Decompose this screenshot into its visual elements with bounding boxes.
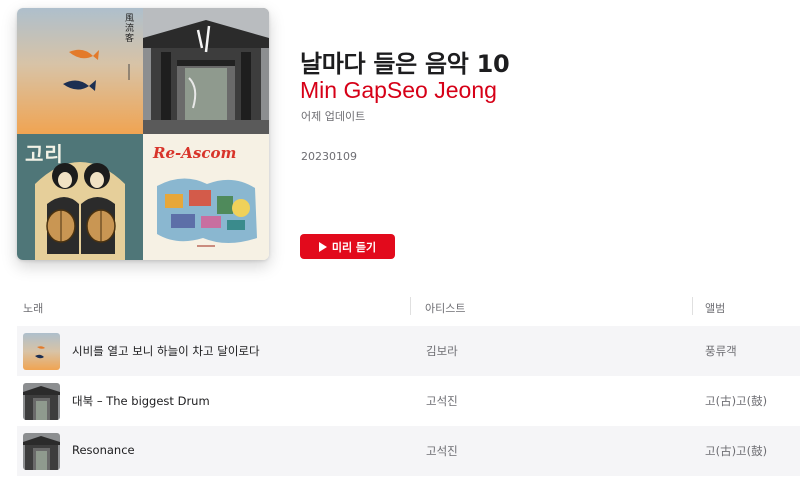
column-divider <box>410 297 411 315</box>
track-thumb-gogo <box>23 383 60 420</box>
playlist-description: 20230109 <box>301 150 357 163</box>
column-header-song[interactable]: 노래 <box>23 300 43 316</box>
track-row[interactable]: 대북 – The biggest Drum 고석진 고(古)고(鼓) <box>17 376 800 426</box>
track-artist[interactable]: 고석진 <box>426 393 458 409</box>
track-artwork <box>23 433 60 470</box>
column-header-artist[interactable]: 아티스트 <box>425 300 465 316</box>
track-album[interactable]: 고(古)고(鼓) <box>705 443 767 459</box>
track-album[interactable]: 고(古)고(鼓) <box>705 393 767 409</box>
playlist-updated: 어제 업데이트 <box>301 110 366 123</box>
track-table-header: 노래 아티스트 앨범 <box>17 296 800 320</box>
artwork-tile-re-ascom: Re-Ascom <box>143 134 269 260</box>
preview-button[interactable]: 미리 듣기 <box>300 234 395 259</box>
artwork-tile-gori: 고리 <box>17 134 143 260</box>
artwork-tile-pungryugaek: 風流客 <box>17 8 143 134</box>
playlist-title: 날마다 들은 음악 10 <box>300 50 510 78</box>
track-title[interactable]: 시비를 열고 보니 하늘이 차고 달이로다 <box>72 343 260 359</box>
track-thumb-gogo <box>23 433 60 470</box>
column-divider <box>692 297 693 315</box>
tile1-title: 風流客 <box>125 14 135 44</box>
track-thumb-pungryugaek <box>23 333 60 370</box>
track-artist[interactable]: 김보라 <box>426 343 458 359</box>
track-artwork <box>23 383 60 420</box>
gogo-cover-art <box>143 8 269 134</box>
track-artwork <box>23 333 60 370</box>
artwork-tile-gogo <box>143 8 269 134</box>
tile3-title: 고리 <box>25 142 64 166</box>
tile4-title: Re-Ascom <box>153 144 237 162</box>
track-title[interactable]: 대북 – The biggest Drum <box>72 393 210 409</box>
playlist-artwork: 風流客 고리 Re-Ascom <box>17 8 269 260</box>
column-header-album[interactable]: 앨범 <box>705 300 725 316</box>
track-row[interactable]: 시비를 열고 보니 하늘이 차고 달이로다 김보라 풍류객 <box>17 326 800 376</box>
preview-button-label: 미리 듣기 <box>331 240 377 254</box>
playlist-curator-link[interactable]: Min GapSeo Jeong <box>300 77 497 104</box>
play-icon <box>318 241 327 252</box>
track-title[interactable]: Resonance <box>72 443 135 457</box>
track-artist[interactable]: 고석진 <box>426 443 458 459</box>
track-row[interactable]: Resonance 고석진 고(古)고(鼓) <box>17 426 800 476</box>
track-album[interactable]: 풍류객 <box>705 343 737 359</box>
